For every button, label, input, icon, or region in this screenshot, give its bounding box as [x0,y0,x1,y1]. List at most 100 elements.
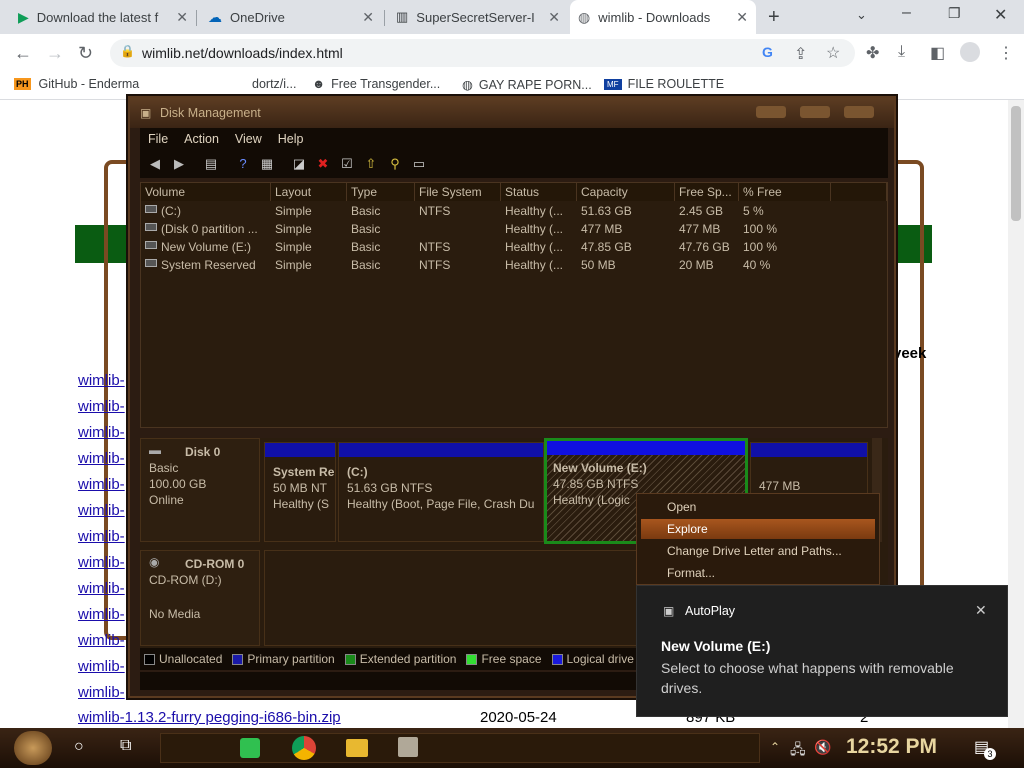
menu-action[interactable]: Action [176,132,227,146]
window-titlebar[interactable]: ▣ Disk Management [130,98,894,128]
menu-help[interactable]: Help [270,132,312,146]
download-icon[interactable]: ⤓ [898,43,905,61]
side-panel-icon[interactable]: ◧ [930,43,945,63]
close-tab-icon[interactable]: ✕ [736,9,748,26]
volume-row[interactable]: (Disk 0 partition ... Simple Basic Healthy … [141,220,887,238]
bookmark-free-transgender[interactable]: ☻ Free Transgender... [312,77,440,91]
minimize-icon[interactable]: – [902,4,911,22]
col-type[interactable]: Type [347,183,415,201]
show-hidden-icons[interactable]: ⌃ [770,740,780,754]
cdrom-label[interactable]: ◉ CD-ROM 0 CD-ROM (D:) No Media [140,550,260,646]
google-lens-icon[interactable]: G [762,44,773,60]
network-icon[interactable]: 🖧 [790,739,806,763]
clock[interactable]: 12:52 PM [846,735,937,759]
tab-server[interactable]: ▥ SuperSecretServer-I ✕ [388,0,568,34]
profile-avatar[interactable] [960,42,980,62]
download-link[interactable]: wimlib- [78,606,125,623]
download-link[interactable]: wimlib-1.13.2-furry pegging-i686-bin.zip [78,709,341,726]
reload-icon[interactable]: ↻ [78,43,93,64]
download-link[interactable]: wimlib- [78,502,125,519]
cortana-icon[interactable]: ○ [74,738,84,756]
volume-cell: 51.63 GB [581,204,632,218]
download-link[interactable]: wimlib- [78,450,125,467]
chrome-app-icon[interactable] [292,736,316,760]
lock-icon[interactable]: 🔒 [120,44,135,58]
tab-search-icon[interactable]: ⌄ [856,7,867,23]
start-button[interactable] [14,731,52,765]
col-capacity[interactable]: Capacity [577,183,675,201]
scrollbar-thumb[interactable] [1011,106,1021,221]
volume-row[interactable]: System Reserved Simple Basic NTFS Healthy (.… [141,256,887,274]
bookmark-gay[interactable]: ◍ GAY RAPE PORN... [462,77,592,93]
tab-wimlib[interactable]: ◍ wimlib - Downloads ✕ [570,0,756,34]
back-arrow-icon[interactable]: ◀ [146,156,164,172]
bookmark-github[interactable]: PH GitHub - Enderma [14,77,139,91]
share-icon[interactable]: ⇪ [794,44,807,64]
download-link[interactable]: wimlib- [78,580,125,597]
close-button[interactable] [844,106,874,118]
list-view-icon[interactable]: ▤ [202,156,220,172]
search-icon[interactable]: ⚲ [386,156,404,172]
menu-item-change-drive-letter[interactable]: Change Drive Letter and Paths... [641,541,875,561]
new-tab-button[interactable]: + [768,6,780,29]
view-icon[interactable]: ▭ [410,156,428,172]
download-link[interactable]: wimlib- [78,684,125,701]
minimize-button[interactable] [756,106,786,118]
volume-cell: 47.76 GB [679,240,730,254]
close-notification-icon[interactable]: ✕ [975,602,987,619]
volume-row[interactable]: (C:) Simple Basic NTFS Healthy (... 51.63 GB 2… [141,202,887,220]
download-link[interactable]: wimlib- [78,398,125,415]
download-link[interactable]: wimlib- [78,632,125,649]
maximize-button[interactable] [800,106,830,118]
download-link[interactable]: wimlib- [78,554,125,571]
menu-kebab-icon[interactable]: ⋮ [998,43,1014,63]
partition-system-reserved[interactable]: System Re 50 MB NT Healthy (S [264,442,336,542]
help-icon[interactable]: ? [234,156,252,172]
col-volume[interactable]: Volume [141,183,271,201]
col-layout[interactable]: Layout [271,183,347,201]
close-tab-icon[interactable]: ✕ [362,9,374,26]
forward-arrow-icon[interactable]: ▶ [170,156,188,172]
download-link[interactable]: wimlib- [78,528,125,545]
download-link[interactable]: wimlib- [78,424,125,441]
download-link[interactable]: wimlib- [78,658,125,675]
autoplay-notification[interactable]: ▣ AutoPlay ✕ New Volume (E:) Select to c… [636,585,1008,717]
close-window-icon[interactable]: ✕ [994,5,1007,25]
menu-file[interactable]: File [140,132,176,146]
delete-icon[interactable]: ✖ [314,156,332,172]
connect-icon[interactable]: ◪ [290,156,308,172]
col-status[interactable]: Status [501,183,577,201]
back-icon[interactable]: ← [14,43,32,64]
package-app-icon[interactable] [398,737,418,757]
forward-icon[interactable]: → [46,43,64,64]
menu-item-format[interactable]: Format... [641,563,875,583]
bookmark-dortz[interactable]: dortz/i... [252,77,296,91]
col-free[interactable]: Free Sp... [675,183,739,201]
bookmark-file-roulette[interactable]: MF FILE ROULETTE [604,77,724,91]
tab-onedrive[interactable]: ☁ OneDrive ✕ [200,0,382,34]
notes-app-icon[interactable] [240,738,260,758]
check-icon[interactable]: ☑ [338,156,356,172]
disk0-label[interactable]: Disk 0 ▬ Basic 100.00 GB Online [140,438,260,542]
col-pct-free[interactable]: % Free [739,183,831,201]
bookmark-star-icon[interactable]: ☆ [826,43,840,63]
menu-item-explore[interactable]: Explore [641,519,875,539]
folder-up-icon[interactable]: ⇧ [362,156,380,172]
volume-row[interactable]: New Volume (E:) Simple Basic NTFS Healthy (.… [141,238,887,256]
task-view-icon[interactable]: ⧉ [120,737,131,755]
download-link[interactable]: wimlib- [78,372,125,389]
volume-muted-icon[interactable]: 🔇 [814,739,831,756]
close-tab-icon[interactable]: ✕ [548,9,560,26]
col-filesystem[interactable]: File System [415,183,501,201]
extensions-icon[interactable]: ✤ [866,43,879,63]
menu-view[interactable]: View [227,132,270,146]
partition-c[interactable]: (C:) 51.63 GB NTFS Healthy (Boot, Page F… [338,442,544,542]
properties-icon[interactable]: ▦ [258,156,276,172]
download-link[interactable]: wimlib- [78,476,125,493]
restore-icon[interactable]: ❐ [948,5,961,22]
close-tab-icon[interactable]: ✕ [176,9,188,26]
menu-item-open[interactable]: Open [641,497,875,517]
url-text[interactable]: wimlib.net/downloads/index.html [142,45,343,61]
tab-download[interactable]: ▶ Download the latest f ✕ [10,0,196,34]
file-explorer-icon[interactable] [346,739,368,757]
